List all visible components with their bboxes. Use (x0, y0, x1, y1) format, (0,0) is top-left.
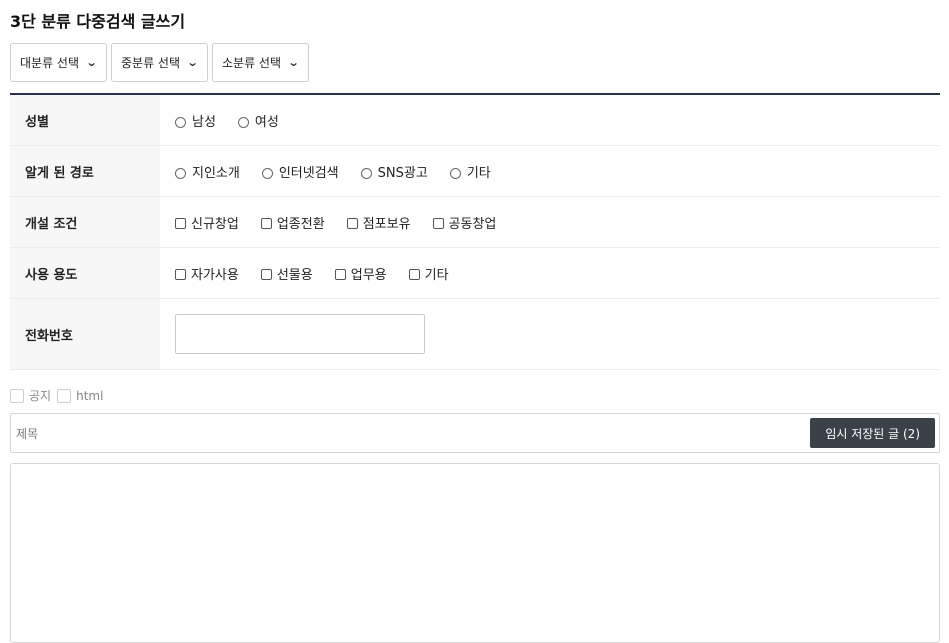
usage-label: 사용 용도 (10, 248, 160, 298)
referral-options: 지인소개 인터넷검색 SNS광고 기타 (160, 146, 940, 196)
checkbox[interactable] (175, 217, 186, 229)
phone-label: 전화번호 (10, 299, 160, 369)
usage-option-other[interactable]: 기타 (408, 264, 449, 283)
usage-option-gift[interactable]: 선물용 (260, 264, 313, 283)
checkbox[interactable] (260, 217, 272, 229)
radio-button[interactable] (360, 167, 372, 179)
minor-category-select[interactable]: 소분류 선택 ⌄ (212, 43, 309, 82)
referral-option-other[interactable]: 기타 (449, 162, 491, 181)
checkbox[interactable] (334, 268, 346, 280)
phone-input[interactable] (175, 314, 425, 354)
opening-condition-row: 개설 조건 신규창업 업종전환 점포보유 공동창업 (10, 197, 940, 248)
opening-option-store[interactable]: 점포보유 (346, 213, 411, 232)
usage-option-business[interactable]: 업무용 (334, 264, 387, 283)
gender-label: 성별 (10, 95, 160, 145)
html-option[interactable]: html (57, 388, 104, 403)
chevron-down-icon: ⌄ (85, 56, 98, 69)
minor-category-label: 소분류 선택 (222, 56, 282, 70)
opening-option-new[interactable]: 신규창업 (175, 213, 239, 232)
chevron-down-icon: ⌄ (186, 56, 199, 69)
radio-button[interactable] (449, 167, 461, 179)
phone-value (160, 299, 940, 369)
gender-option-female[interactable]: 여성 (237, 111, 279, 130)
referral-label: 알게 된 경로 (10, 146, 160, 196)
notice-option[interactable]: 공지 (10, 387, 51, 404)
temp-saved-button[interactable]: 임시 저장된 글 (2) (810, 418, 935, 448)
subject-field[interactable]: 제목 임시 저장된 글 (2) (10, 413, 940, 453)
checkbox[interactable] (408, 268, 420, 280)
chevron-down-icon: ⌄ (287, 56, 300, 69)
content-editor[interactable] (10, 463, 940, 643)
phone-row: 전화번호 (10, 299, 940, 370)
radio-button[interactable] (237, 116, 249, 128)
opening-option-joint[interactable]: 공동창업 (432, 213, 496, 232)
major-category-label: 대분류 선택 (20, 56, 80, 70)
usage-option-self[interactable]: 자가사용 (175, 264, 239, 283)
notice-checkbox[interactable] (10, 388, 24, 403)
gender-options: 남성 여성 (160, 95, 940, 145)
referral-option-friend[interactable]: 지인소개 (175, 162, 240, 181)
form-table: 성별 남성 여성 알게 된 경로 지인소개 인터넷검색 SNS광고 기타 개설 … (10, 93, 940, 370)
opening-condition-label: 개설 조건 (10, 197, 160, 247)
checkbox[interactable] (260, 268, 272, 280)
notice-label: 공지 (29, 389, 52, 403)
radio-button[interactable] (175, 116, 186, 128)
checkbox[interactable] (346, 217, 358, 229)
opening-option-convert[interactable]: 업종전환 (260, 213, 325, 232)
html-label: html (76, 388, 104, 403)
html-checkbox[interactable] (57, 388, 72, 403)
gender-row: 성별 남성 여성 (10, 95, 940, 146)
checkbox[interactable] (432, 217, 444, 229)
subject-input[interactable]: 제목 (16, 425, 810, 442)
checkbox[interactable] (175, 268, 186, 280)
middle-category-select[interactable]: 중분류 선택 ⌄ (111, 43, 208, 82)
referral-row: 알게 된 경로 지인소개 인터넷검색 SNS광고 기타 (10, 146, 940, 197)
middle-category-label: 중분류 선택 (121, 56, 181, 70)
referral-option-sns[interactable]: SNS광고 (360, 162, 428, 181)
gender-option-male[interactable]: 남성 (175, 111, 216, 130)
usage-row: 사용 용도 자가사용 선물용 업무용 기타 (10, 248, 940, 299)
major-category-select[interactable]: 대분류 선택 ⌄ (10, 43, 107, 82)
post-options: 공지 html (10, 387, 109, 404)
page-title: 3단 분류 다중검색 글쓰기 (10, 12, 186, 31)
radio-button[interactable] (261, 167, 273, 179)
referral-option-internet[interactable]: 인터넷검색 (261, 162, 339, 181)
category-selects: 대분류 선택 ⌄ 중분류 선택 ⌄ 소분류 선택 ⌄ (10, 43, 309, 82)
radio-button[interactable] (175, 167, 186, 179)
opening-condition-options: 신규창업 업종전환 점포보유 공동창업 (160, 197, 940, 247)
usage-options: 자가사용 선물용 업무용 기타 (160, 248, 940, 298)
